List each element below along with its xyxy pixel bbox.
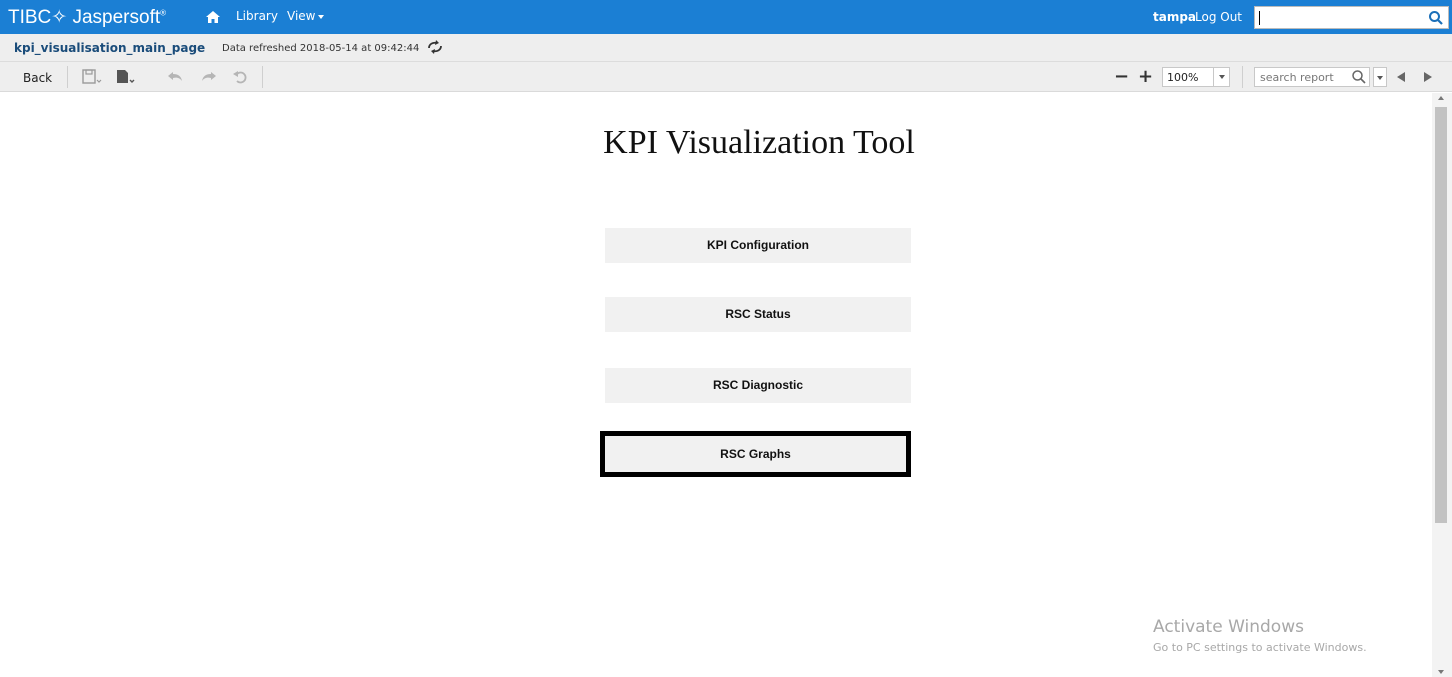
rsc-diagnostic-button[interactable]: RSC Diagnostic: [605, 368, 911, 403]
scroll-down-icon[interactable]: [1438, 670, 1444, 674]
search-options-dropdown[interactable]: [1373, 67, 1387, 87]
activate-windows-watermark: Activate Windows Go to PC settings to ac…: [1153, 617, 1367, 654]
kpi-configuration-button[interactable]: KPI Configuration: [605, 228, 911, 263]
zoom-in-button[interactable]: +: [1138, 66, 1153, 87]
zoom-out-button[interactable]: −: [1114, 66, 1129, 87]
scroll-up-icon[interactable]: [1438, 96, 1444, 100]
report-toolbar: Back − + 100% search report: [0, 62, 1452, 92]
vertical-scrollbar[interactable]: [1432, 93, 1452, 677]
nav-library[interactable]: Library: [236, 9, 278, 23]
search-icon[interactable]: [1351, 69, 1367, 85]
save-icon[interactable]: [82, 68, 102, 86]
rsc-graphs-button[interactable]: RSC Graphs: [600, 431, 911, 477]
zoom-level-select[interactable]: 100%: [1162, 67, 1230, 87]
toolbar-divider: [262, 66, 263, 88]
logo-reg-mark: ®: [160, 8, 167, 18]
refresh-icon[interactable]: [426, 40, 444, 54]
search-report-placeholder: search report: [1260, 71, 1334, 84]
chevron-down-icon[interactable]: [1213, 68, 1229, 86]
user-name[interactable]: tampa: [1153, 10, 1196, 24]
text-cursor: [1259, 11, 1260, 25]
previous-result-icon[interactable]: [1397, 72, 1405, 82]
undo-icon[interactable]: [166, 68, 186, 86]
home-icon[interactable]: [205, 9, 221, 25]
search-report-input[interactable]: search report: [1254, 67, 1370, 87]
zoom-level-value: 100%: [1167, 71, 1199, 84]
undo-all-icon[interactable]: [231, 68, 251, 86]
toolbar-divider: [67, 66, 68, 88]
top-nav-bar: TIBC✧ Jaspersoft® Library View tampa Log…: [0, 0, 1452, 34]
export-icon[interactable]: [116, 68, 136, 86]
logo-text: TIBC✧ Jaspersoft: [8, 7, 161, 28]
nav-view-menu[interactable]: View: [287, 9, 325, 23]
watermark-title: Activate Windows: [1153, 617, 1304, 637]
scrollbar-thumb[interactable]: [1435, 107, 1447, 523]
watermark-subtitle: Go to PC settings to activate Windows.: [1153, 641, 1367, 654]
back-button[interactable]: Back: [23, 71, 52, 85]
data-refreshed-text: Data refreshed 2018-05-14 at 09:42:44: [222, 43, 420, 54]
rsc-status-button[interactable]: RSC Status: [605, 297, 911, 332]
report-title-bar: kpi_visualisation_main_page Data refresh…: [0, 34, 1452, 62]
report-canvas: KPI Visualization Tool KPI Configuration…: [0, 93, 1432, 677]
next-result-icon[interactable]: [1424, 72, 1432, 82]
toolbar-divider: [1242, 66, 1243, 88]
chevron-down-icon: [318, 14, 325, 19]
logout-link[interactable]: Log Out: [1195, 10, 1242, 24]
report-name: kpi_visualisation_main_page: [14, 41, 206, 55]
nav-view-label: View: [287, 9, 316, 23]
page-title: KPI Visualization Tool: [603, 124, 915, 161]
jaspersoft-logo[interactable]: TIBC✧ Jaspersoft®: [8, 6, 166, 29]
redo-icon[interactable]: [198, 68, 218, 86]
search-icon[interactable]: [1428, 10, 1444, 26]
global-search-input[interactable]: [1254, 6, 1449, 29]
